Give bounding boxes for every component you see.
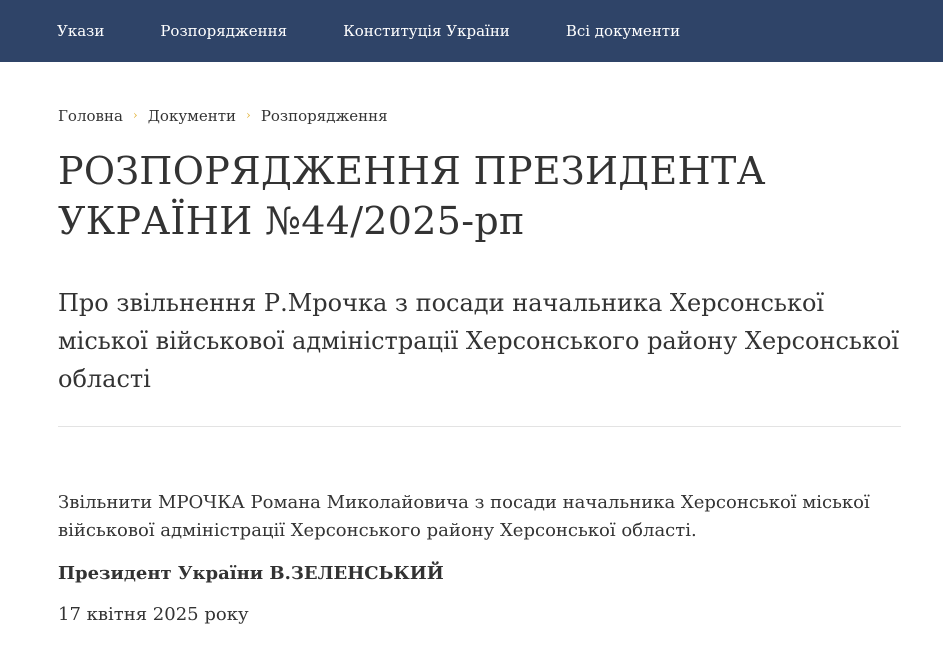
chevron-right-icon: › [246, 108, 251, 122]
document-date: 17 квітня 2025 року [58, 604, 249, 625]
breadcrumb: Головна › Документи › Розпорядження [58, 107, 901, 125]
document-signature: Президент України В.ЗЕЛЕНСЬКИЙ [58, 563, 444, 584]
nav-link-ukazy[interactable]: Укази [57, 22, 104, 40]
nav-link-rozporiadzhennia[interactable]: Розпорядження [160, 22, 287, 40]
document-body: Звільнити МРОЧКА Романа Миколайовича з п… [58, 492, 870, 541]
breadcrumb-documents[interactable]: Документи [148, 107, 236, 125]
breadcrumb-current: Розпорядження [260, 107, 388, 125]
divider [58, 426, 901, 427]
main-content: Головна › Документи › Розпорядження РОЗП… [0, 107, 943, 625]
top-navigation: Укази Розпорядження Конституція України … [0, 0, 943, 62]
page-title: РОЗПОРЯДЖЕННЯ ПРЕЗИДЕНТА УКРАЇНИ №44/202… [58, 149, 766, 243]
document-subtitle: Про звільнення Р.Мрочка з посади начальн… [58, 289, 900, 393]
chevron-right-icon: › [132, 108, 138, 122]
nav-link-vsi-dokumenty[interactable]: Всі документи [566, 22, 680, 40]
breadcrumb-home[interactable]: Головна [58, 107, 123, 125]
nav-link-konstytutsiia[interactable]: Конституція України [343, 22, 510, 40]
